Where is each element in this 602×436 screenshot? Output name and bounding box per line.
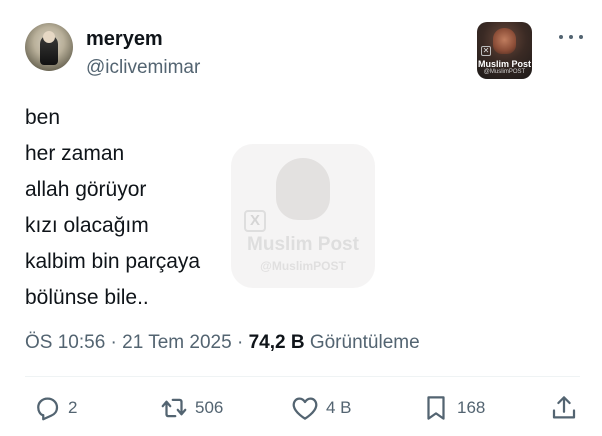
divider [25,376,580,377]
logo-title: Muslim Post [477,59,531,69]
tweet-card: meryem @iclivemimar ✕ Muslim Post @Musli… [0,0,602,436]
repost-icon [161,398,187,418]
muslim-post-logo: ✕ Muslim Post @MuslimPOST [477,22,532,79]
watermark-subtitle: @MuslimPOST [260,259,346,273]
tweet-line: ben [25,106,61,129]
tweet-line: allah görüyor [25,178,147,201]
more-dot [569,35,573,39]
meta-separator: · [105,332,123,353]
like-count: 4 B [326,398,352,417]
author-name[interactable]: meryem [86,27,163,51]
avatar[interactable] [25,23,73,71]
tweet-line: her zaman [25,142,125,165]
bookmark-button[interactable]: 168 [421,388,485,428]
repost-count: 506 [195,398,224,417]
logo-subtitle: @MuslimPOST [483,69,526,75]
tweet-date[interactable]: 21 Tem 2025 [122,332,232,353]
more-dot [579,35,583,39]
watermark-title: Muslim Post [247,234,359,255]
watermark-x-icon: X [244,210,266,232]
action-bar: 2 506 4 B 168 [0,388,602,428]
x-logo-icon: ✕ [481,46,491,56]
logo-face [493,28,516,54]
tweet-line: kalbim bin parçaya [25,250,201,273]
avatar-head [43,31,55,43]
watermark-logo: X Muslim Post @MuslimPOST [231,144,375,288]
more-dot [559,35,563,39]
tweet-line: bölünse bile.. [25,286,149,309]
tweet-meta: ÖS 10:56 · 21 Tem 2025 · 74,2 B Görüntül… [25,331,420,355]
bookmark-icon [427,396,445,420]
share-button[interactable] [549,388,579,428]
watermark-face [276,158,330,220]
heart-icon [292,397,318,420]
repost-button[interactable]: 506 [159,388,223,428]
share-icon [552,396,576,419]
reply-button[interactable]: 2 [32,388,77,428]
reply-icon [37,397,59,421]
tweet-line: kızı olacağım [25,214,149,237]
tweet-text: ben her zaman allah görüyor kızı olacağı… [25,100,200,316]
views-label: Görüntüleme [304,332,420,353]
reply-count: 2 [68,398,78,417]
more-icon[interactable] [559,29,583,45]
author-handle[interactable]: @iclivemimar [86,57,200,79]
views-count[interactable]: 74,2 B [249,332,305,353]
meta-separator: · [231,332,249,353]
tweet-time[interactable]: ÖS 10:56 [25,332,105,353]
like-button[interactable]: 4 B [290,388,352,428]
bookmark-count: 168 [457,398,486,417]
